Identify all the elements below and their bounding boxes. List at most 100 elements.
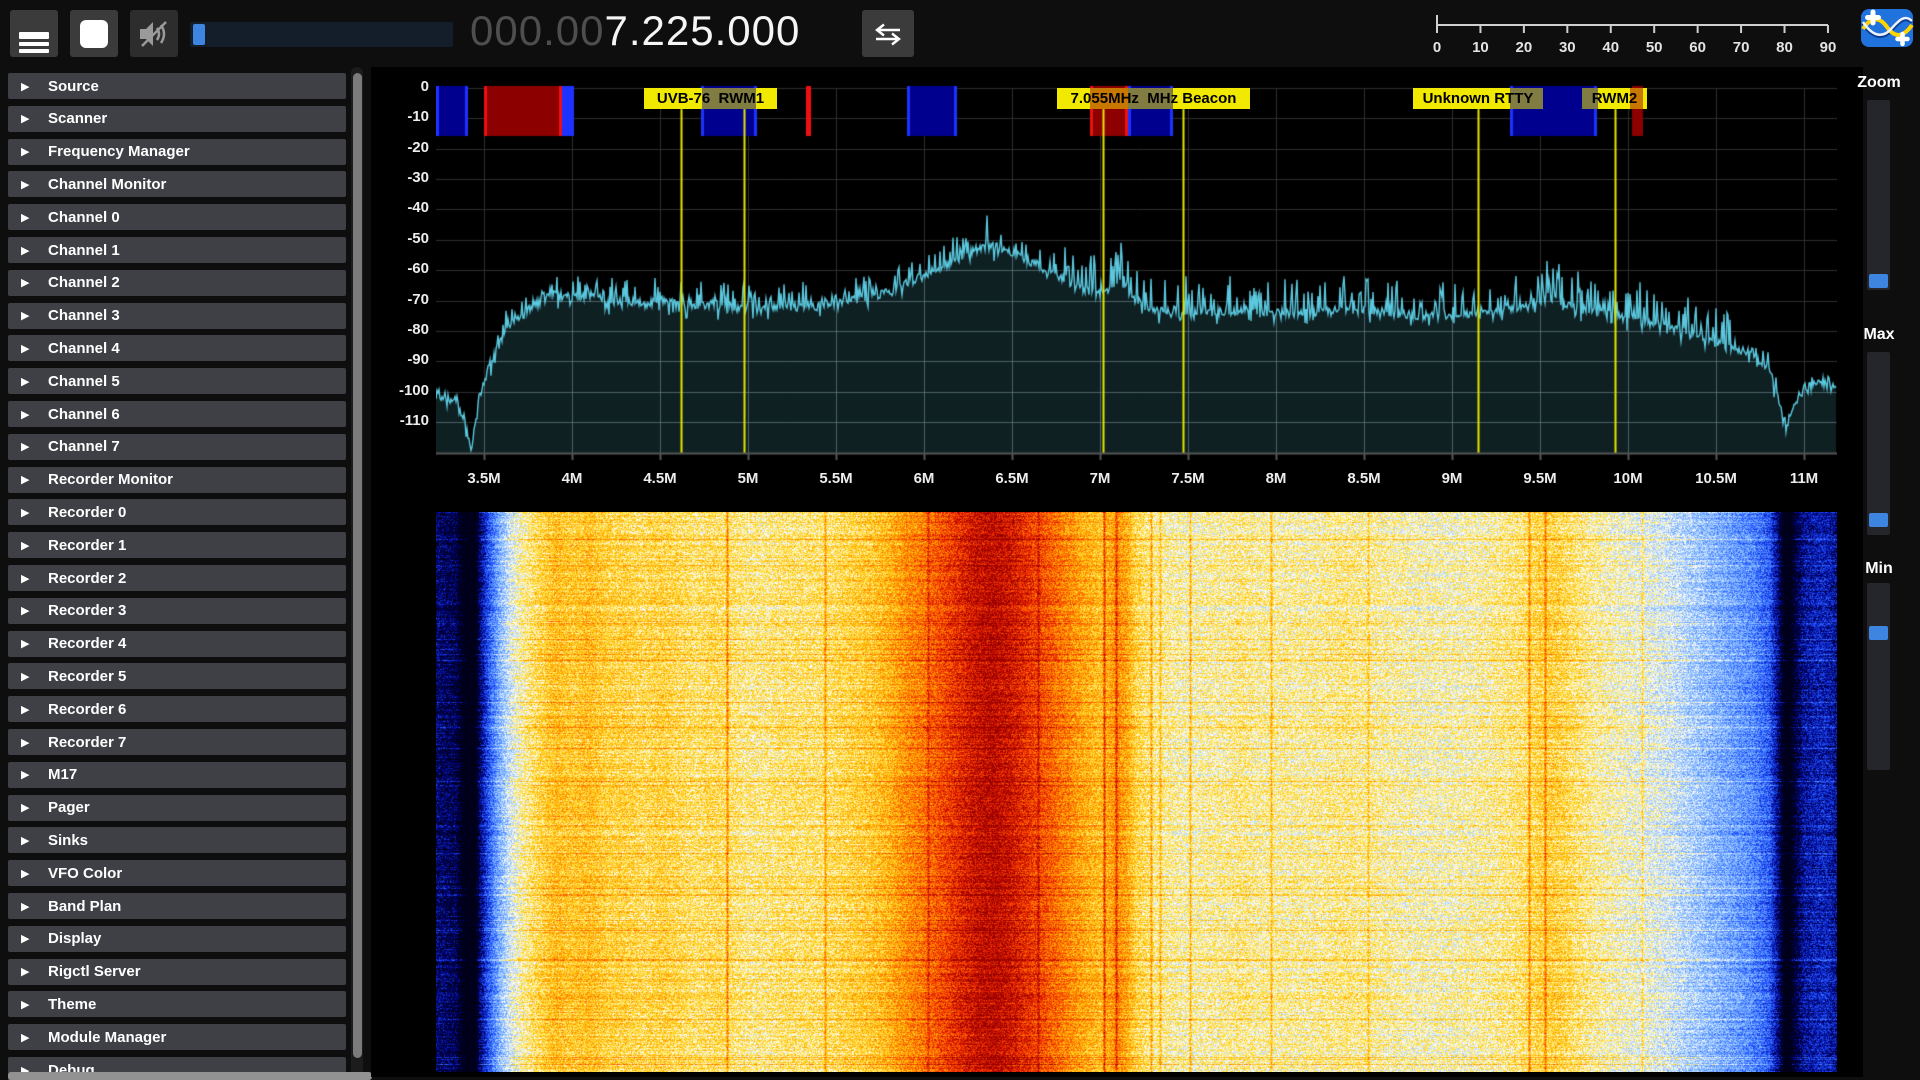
sdrpp-logo xyxy=(1860,8,1914,53)
sidebar-item-channel-7[interactable]: ▶Channel 7 xyxy=(8,434,346,460)
sidebar-item-label: Recorder Monitor xyxy=(48,471,173,488)
expand-arrow-icon: ▶ xyxy=(21,112,35,125)
snr-tick-label: 20 xyxy=(1516,39,1533,56)
min-slider-handle[interactable] xyxy=(1869,626,1888,640)
expand-arrow-icon: ▶ xyxy=(21,998,35,1011)
zoom-slider[interactable] xyxy=(1867,100,1890,290)
sidebar-item-channel-4[interactable]: ▶Channel 4 xyxy=(8,335,346,361)
sidebar-item-channel-6[interactable]: ▶ Channel 6 xyxy=(8,401,346,427)
volume-slider[interactable] xyxy=(190,22,453,47)
expand-arrow-icon: ▶ xyxy=(21,211,35,224)
sidebar-item-recorder-7[interactable]: ▶Recorder 7 xyxy=(8,729,346,755)
expand-arrow-icon: ▶ xyxy=(21,408,35,421)
sidebar-item-m17[interactable]: ▶M17 xyxy=(8,762,346,788)
expand-arrow-icon: ▶ xyxy=(21,375,35,388)
zoom-slider-label: Zoom xyxy=(1854,74,1904,92)
fft-x-tick-label: 6.5M xyxy=(972,470,1052,487)
band-plan-label-text: RWM2 xyxy=(1592,90,1638,107)
frequency-value[interactable]: 7.225.000 xyxy=(604,7,800,55)
sidebar-item-label: Source xyxy=(48,78,99,95)
snr-tick-label: 80 xyxy=(1776,39,1793,56)
expand-arrow-icon: ▶ xyxy=(21,80,35,93)
expand-arrow-icon: ▶ xyxy=(21,932,35,945)
band-plan-label: RWM2 xyxy=(1582,88,1647,109)
frequency-display[interactable]: 000.007.225.000 xyxy=(470,4,800,58)
mute-button[interactable] xyxy=(130,10,178,57)
fft-y-tick-label: -80 xyxy=(371,321,429,338)
expand-arrow-icon: ▶ xyxy=(21,1031,35,1044)
sidebar-scrollbar-thumb[interactable] xyxy=(353,73,362,1058)
expand-arrow-icon: ▶ xyxy=(21,801,35,814)
speaker-muted-icon xyxy=(137,18,171,50)
fft-y-tick-label: -90 xyxy=(371,351,429,368)
fft-y-tick-label: -50 xyxy=(371,230,429,247)
frequency-leading-zeros[interactable]: 000.00 xyxy=(470,7,604,55)
fft-spectrum-canvas[interactable] xyxy=(436,85,1837,461)
sidebar-item-frequency-manager[interactable]: ▶Frequency Manager xyxy=(8,139,346,165)
expand-arrow-icon: ▶ xyxy=(21,342,35,355)
sidebar-item-channel-monitor[interactable]: ▶Channel Monitor xyxy=(8,171,346,197)
sidebar-item-recorder-2[interactable]: ▶Recorder 2 xyxy=(8,565,346,591)
sidebar-item-recorder-3[interactable]: ▶Recorder 3 xyxy=(8,598,346,624)
sidebar-item-pager[interactable]: ▶Pager xyxy=(8,795,346,821)
expand-arrow-icon: ▶ xyxy=(21,178,35,191)
zoom-slider-handle[interactable] xyxy=(1869,274,1888,288)
sidebar-item-channel-1[interactable]: ▶Channel 1 xyxy=(8,237,346,263)
sidebar-item-recorder-0[interactable]: ▶Recorder 0 xyxy=(8,499,346,525)
sidebar-bottom-scrollbar[interactable] xyxy=(8,1072,372,1080)
snr-meter: 0102030405060708090 xyxy=(1427,6,1839,63)
sidebar-item-channel-3[interactable]: ▶Channel 3 xyxy=(8,303,346,329)
expand-arrow-icon: ▶ xyxy=(21,473,35,486)
sidebar-item-rigctl-server[interactable]: ▶Rigctl Server xyxy=(8,959,346,985)
fft-y-tick-label: 0 xyxy=(371,78,429,95)
fft-x-tick-label: 5.5M xyxy=(796,470,876,487)
fft-x-tick-label: 4M xyxy=(532,470,612,487)
expand-arrow-icon: ▶ xyxy=(21,506,35,519)
sidebar-item-recorder-6[interactable]: ▶Recorder 6 xyxy=(8,696,346,722)
sidebar-item-label: Recorder 3 xyxy=(48,602,126,619)
sidebar-scrollbar[interactable] xyxy=(351,67,363,1080)
volume-slider-handle[interactable] xyxy=(193,24,205,45)
sidebar-item-source[interactable]: ▶ Source xyxy=(8,73,346,99)
expand-arrow-icon: ▶ xyxy=(21,276,35,289)
sidebar-item-channel-5[interactable]: ▶ Channel 5 xyxy=(8,368,346,394)
min-slider[interactable] xyxy=(1867,583,1890,770)
sidebar-item-label: Channel 6 xyxy=(48,406,120,423)
sidebar-item-recorder-5[interactable]: ▶Recorder 5 xyxy=(8,663,346,689)
sidebar-item-label: VFO Color xyxy=(48,865,122,882)
expand-arrow-icon: ▶ xyxy=(21,440,35,453)
min-slider-label: Min xyxy=(1854,560,1904,578)
sidebar-item-label: Channel 5 xyxy=(48,373,120,390)
menu-button[interactable] xyxy=(10,10,58,57)
sidebar-item-label: Recorder 1 xyxy=(48,537,126,554)
snr-tick-label: 90 xyxy=(1820,39,1837,56)
sidebar-item-display[interactable]: ▶Display xyxy=(8,926,346,952)
swap-arrows-icon xyxy=(873,22,903,46)
fft-x-tick-label: 9.5M xyxy=(1500,470,1580,487)
sidebar-item-sinks[interactable]: ▶Sinks xyxy=(8,827,346,853)
snr-tick-label: 40 xyxy=(1602,39,1619,56)
band-plan-label: UVB-76 RWM1 xyxy=(644,88,777,109)
fft-y-tick-label: -40 xyxy=(371,199,429,216)
sidebar-item-recorder-4[interactable]: ▶Recorder 4 xyxy=(8,631,346,657)
sidebar-item-channel-0[interactable]: ▶Channel 0 xyxy=(8,204,346,230)
sidebar-item-channel-2[interactable]: ▶Channel 2 xyxy=(8,270,346,296)
waterfall-canvas[interactable] xyxy=(436,512,1837,1072)
snr-tick-label: 50 xyxy=(1646,39,1663,56)
swap-iq-button[interactable] xyxy=(862,10,914,57)
sidebar-item-label: Recorder 2 xyxy=(48,570,126,587)
sidebar-item-scanner[interactable]: ▶Scanner xyxy=(8,106,346,132)
sidebar-item-band-plan[interactable]: ▶Band Plan xyxy=(8,893,346,919)
sidebar-item-vfo-color[interactable]: ▶VFO Color xyxy=(8,860,346,886)
fft-y-tick-label: -20 xyxy=(371,139,429,156)
stop-button[interactable] xyxy=(70,10,118,57)
sidebar-item-recorder-1[interactable]: ▶Recorder 1 xyxy=(8,532,346,558)
sidebar-item-module-manager[interactable]: ▶Module Manager xyxy=(8,1024,346,1050)
fft-x-tick-label: 8M xyxy=(1236,470,1316,487)
max-slider-handle[interactable] xyxy=(1869,513,1888,527)
max-slider[interactable] xyxy=(1867,352,1890,535)
fft-y-tick-label: -110 xyxy=(371,412,429,429)
sidebar-item-theme[interactable]: ▶Theme xyxy=(8,991,346,1017)
expand-arrow-icon: ▶ xyxy=(21,637,35,650)
sidebar-item-recorder-monitor[interactable]: ▶ Recorder Monitor xyxy=(8,467,346,493)
